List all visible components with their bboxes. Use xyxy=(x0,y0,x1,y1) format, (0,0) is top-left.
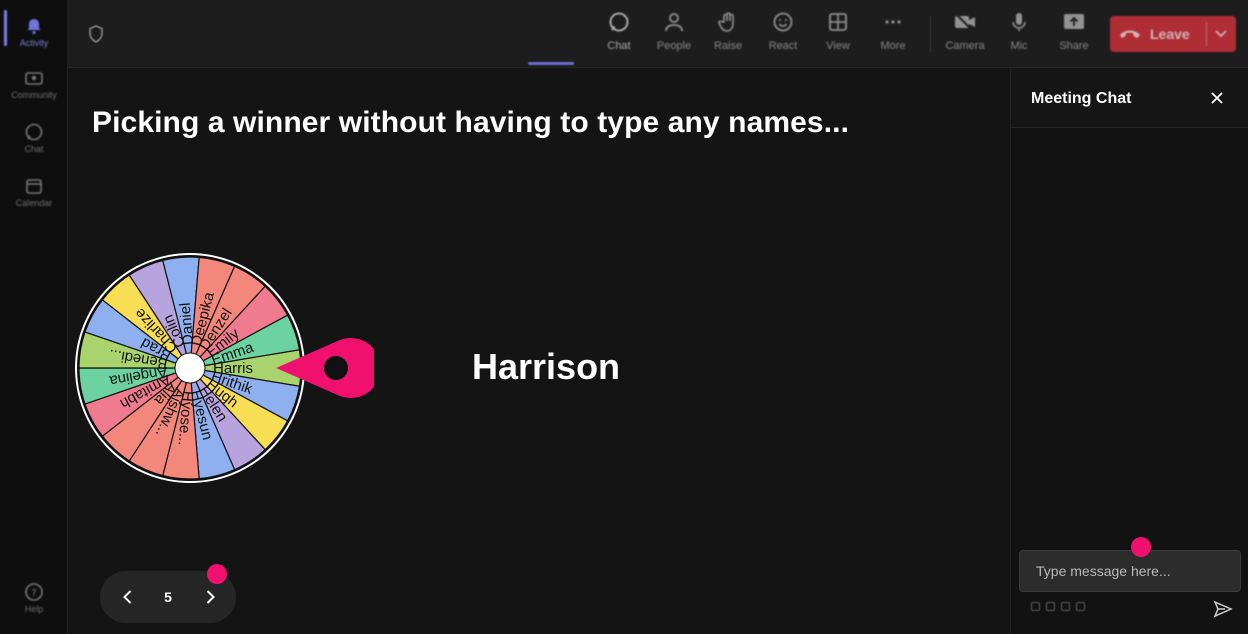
toolbar-camera-label: Camera xyxy=(945,40,985,52)
leave-button[interactable]: Leave xyxy=(1110,16,1236,52)
people-icon xyxy=(662,10,686,34)
slide-title: Picking a winner without having to type … xyxy=(92,106,850,139)
shared-stage: Picking a winner without having to type … xyxy=(68,68,1010,634)
share-screen-icon xyxy=(1062,10,1086,34)
rail-item-calendar[interactable]: Calendar xyxy=(0,166,68,218)
name-wheel[interactable]: Harris Hrithik Hugh Helen Hyesun Hyose... Aish… xyxy=(74,248,381,488)
meeting-toolbar: Chat People Raise React View More Camera… xyxy=(68,0,1248,68)
chat-message-input[interactable] xyxy=(1019,550,1241,592)
wheel-pointer-hole xyxy=(324,356,348,380)
toolbar-people-label: People xyxy=(656,40,692,52)
toolbar-raise-label: Raise xyxy=(713,40,743,52)
chat-icon xyxy=(24,122,44,142)
toolbar-mic-label: Mic xyxy=(1010,40,1028,52)
microphone-icon xyxy=(1007,10,1031,34)
bell-icon xyxy=(24,16,44,36)
rail-item-help[interactable]: ? Help xyxy=(0,572,68,624)
toolbar-react-label: React xyxy=(768,40,798,52)
chat-format-tools xyxy=(1031,602,1085,611)
toolbar-view-button[interactable]: View xyxy=(814,10,862,60)
chat-title: Meeting Chat xyxy=(1031,90,1132,107)
chevron-right-icon[interactable] xyxy=(200,587,220,607)
rail-item-activity[interactable]: Activity xyxy=(0,6,68,58)
page-number: 5 xyxy=(164,589,172,605)
rail-item-chat[interactable]: Chat xyxy=(0,112,68,164)
meeting-chat-panel: Meeting Chat xyxy=(1010,68,1248,634)
gif-icon[interactable] xyxy=(1076,602,1085,611)
toolbar-mic-button[interactable]: Mic xyxy=(995,10,1043,60)
leave-label: Leave xyxy=(1150,26,1190,42)
chat-icon xyxy=(607,10,631,34)
click-indicator-dot xyxy=(1131,537,1151,557)
toolbar-camera-button[interactable]: Camera xyxy=(941,10,989,60)
attach-icon[interactable] xyxy=(1046,602,1055,611)
toolbar-raise-button[interactable]: Raise xyxy=(704,10,752,60)
meeting-app: Activity Community Chat Calendar ? Help xyxy=(0,0,1248,634)
svg-text:?: ? xyxy=(31,588,36,599)
calendar-icon xyxy=(24,176,44,196)
rail-item-label: Help xyxy=(24,604,44,614)
toolbar-view-label: View xyxy=(826,40,850,52)
leave-separator xyxy=(1206,22,1207,46)
toolbar-divider xyxy=(930,16,931,52)
wheel-hub xyxy=(174,352,206,384)
name-wheel-graphic: HarrisHrithikHughHelenHyesunHyose...Aish… xyxy=(75,253,381,483)
toolbar-share-button[interactable]: Share xyxy=(1050,10,1098,60)
chevron-left-icon[interactable] xyxy=(118,587,138,607)
rail-item-label: Calendar xyxy=(15,198,53,208)
toolbar-share-label: Share xyxy=(1059,40,1089,52)
shield-icon[interactable] xyxy=(86,24,106,44)
smiley-icon xyxy=(771,10,795,34)
chat-header: Meeting Chat xyxy=(1011,68,1248,128)
winner-name: Harrison xyxy=(472,346,621,387)
toolbar-chat-label: Chat xyxy=(607,40,631,52)
toolbar-chat-button[interactable]: Chat xyxy=(595,10,643,60)
camera-off-icon xyxy=(953,10,977,34)
more-icon xyxy=(881,10,905,34)
rail-item-label: Chat xyxy=(24,144,44,154)
toolbar-react-button[interactable]: React xyxy=(759,10,807,60)
app-rail: Activity Community Chat Calendar ? Help xyxy=(0,0,68,634)
phone-hangup-icon xyxy=(1110,28,1150,40)
rail-item-label: Community xyxy=(11,90,57,100)
rail-item-label: Activity xyxy=(19,38,49,48)
format-icon[interactable] xyxy=(1031,602,1040,611)
toolbar-more-label: More xyxy=(880,40,906,52)
rail-item-community[interactable]: Community xyxy=(0,58,68,110)
community-icon xyxy=(24,68,44,88)
toolbar-more-button[interactable]: More xyxy=(869,10,917,60)
send-icon[interactable] xyxy=(1213,599,1233,619)
emoji-icon[interactable] xyxy=(1061,602,1070,611)
click-indicator-dot xyxy=(207,564,227,584)
grid-icon xyxy=(826,10,850,34)
chat-tab-indicator xyxy=(528,62,574,65)
toolbar-people-button[interactable]: People xyxy=(650,10,698,60)
help-icon: ? xyxy=(24,582,44,602)
chevron-down-icon[interactable] xyxy=(1212,24,1230,47)
close-icon[interactable] xyxy=(1207,88,1227,108)
hand-icon xyxy=(716,10,740,34)
